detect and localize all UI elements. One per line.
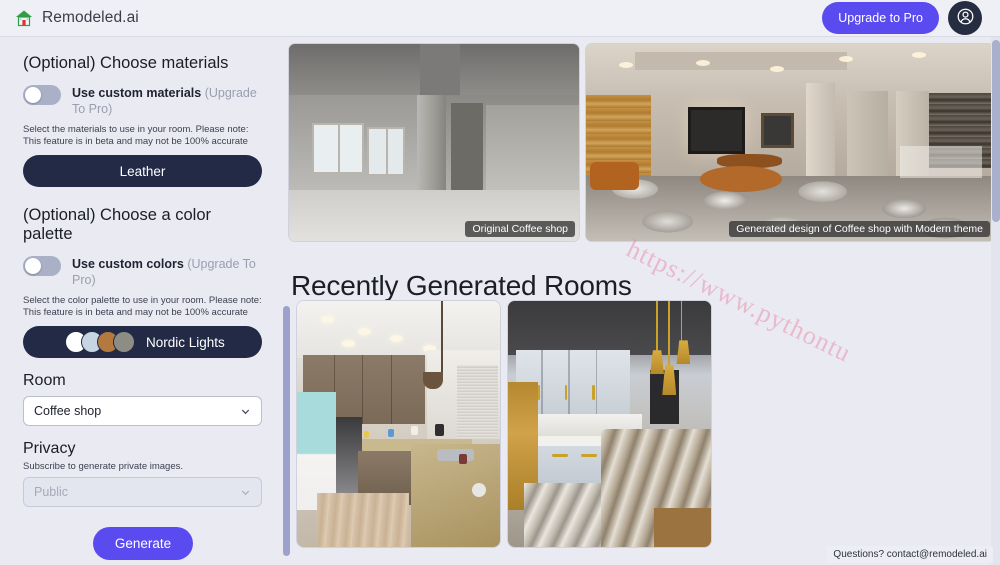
custom-materials-toggle[interactable] xyxy=(23,85,61,105)
chevron-down-icon xyxy=(240,487,251,498)
custom-materials-label-text: Use custom materials xyxy=(72,86,202,100)
brand-name: Remodeled.ai xyxy=(42,9,139,26)
materials-help-text: Select the materials to use in your room… xyxy=(23,124,249,147)
options-sidebar: (Optional) Choose materials Use custom m… xyxy=(0,38,283,565)
header-actions: Upgrade to Pro xyxy=(822,1,982,35)
brand[interactable]: Remodeled.ai xyxy=(14,8,139,28)
app-header: Remodeled.ai Upgrade to Pro xyxy=(0,0,1000,37)
avatar[interactable] xyxy=(948,1,982,35)
custom-colors-row: Use custom colors (Upgrade To Pro) xyxy=(23,255,263,288)
original-kitchen-photo xyxy=(297,301,500,547)
palette-swatch-4 xyxy=(113,331,135,353)
room-label: Room xyxy=(23,372,66,389)
upgrade-to-pro-button[interactable]: Upgrade to Pro xyxy=(822,2,939,34)
custom-colors-label-text: Use custom colors xyxy=(72,257,184,271)
custom-materials-label: Use custom materials (Upgrade To Pro) xyxy=(72,84,263,117)
recent-rooms-list xyxy=(288,300,1000,562)
privacy-sub: Subscribe to generate private images. xyxy=(23,461,184,472)
list-item[interactable] xyxy=(296,300,501,548)
generate-button[interactable]: Generate xyxy=(92,527,194,560)
contact-note: Questions? contact@remodeled.ai xyxy=(827,546,993,563)
material-select-button[interactable]: Leather xyxy=(23,155,262,187)
generated-room-art xyxy=(586,44,994,241)
original-image-caption: Original Coffee shop xyxy=(465,221,575,237)
main-content: Original Coffee shop Generated design of… xyxy=(283,38,1000,565)
toggle-knob xyxy=(25,258,41,274)
privacy-label: Privacy xyxy=(23,440,76,457)
page-scrollbar-thumb[interactable] xyxy=(992,40,1000,222)
recently-generated-heading: Recently Generated Rooms xyxy=(291,270,632,301)
room-select[interactable]: Coffee shop xyxy=(23,396,262,426)
comparison-images: Original Coffee shop Generated design of… xyxy=(288,43,995,242)
list-item[interactable] xyxy=(507,300,712,548)
original-room-image[interactable]: Original Coffee shop xyxy=(288,43,580,242)
generated-image-caption: Generated design of Coffee shop with Mod… xyxy=(729,221,990,237)
materials-section-title: (Optional) Choose materials xyxy=(23,54,229,72)
palette-help-text: Select the color palette to use in your … xyxy=(23,295,262,318)
privacy-select-value: Public xyxy=(34,485,69,499)
chevron-down-icon xyxy=(240,406,251,417)
palette-section-title: (Optional) Choose a color palette xyxy=(23,206,212,243)
custom-colors-label: Use custom colors (Upgrade To Pro) xyxy=(72,255,263,288)
generated-room-image[interactable]: Generated design of Coffee shop with Mod… xyxy=(585,43,995,242)
original-room-art xyxy=(289,44,579,241)
custom-colors-toggle[interactable] xyxy=(23,256,61,276)
app-root: Remodeled.ai Upgrade to Pro (Optional) C… xyxy=(0,0,1000,565)
custom-materials-row: Use custom materials (Upgrade To Pro) xyxy=(23,84,263,117)
generate-area: Generate You have 2 free image generatio… xyxy=(23,527,263,565)
privacy-select: Public xyxy=(23,477,262,507)
toggle-knob xyxy=(25,87,41,103)
palette-select-button[interactable]: Nordic Lights xyxy=(23,326,262,358)
generated-kitchen-design xyxy=(508,301,711,547)
user-account-icon xyxy=(956,7,975,29)
palette-swatches xyxy=(65,331,135,353)
room-select-value: Coffee shop xyxy=(34,404,102,418)
house-icon xyxy=(14,8,34,28)
palette-name: Nordic Lights xyxy=(146,334,225,350)
